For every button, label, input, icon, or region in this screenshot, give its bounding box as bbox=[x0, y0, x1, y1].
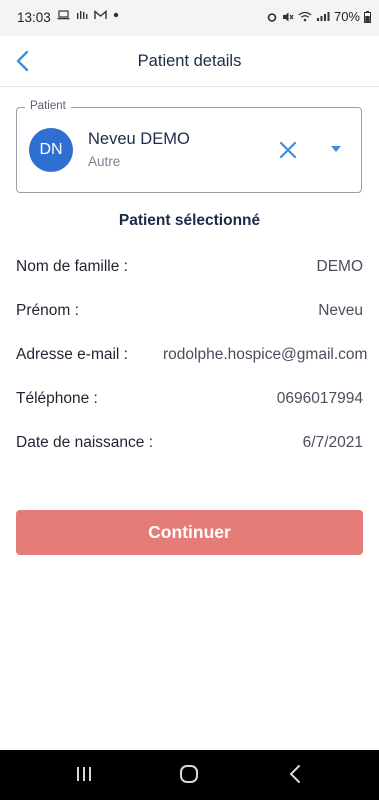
wifi-icon bbox=[298, 11, 312, 22]
detail-value: 0696017994 bbox=[276, 390, 363, 407]
cell-signal-icon bbox=[316, 12, 330, 21]
patient-selector[interactable]: Patient DN Neveu DEMO Autre bbox=[16, 100, 362, 193]
avatar: DN bbox=[29, 128, 73, 172]
detail-row-phone: Téléphone : 0696017994 bbox=[16, 390, 379, 412]
detail-value: rodolphe.hospice@gmail.com bbox=[163, 346, 368, 363]
continue-button[interactable]: Continuer bbox=[16, 510, 363, 555]
status-left-icons bbox=[57, 10, 119, 20]
home-icon[interactable] bbox=[179, 764, 199, 784]
detail-label: Date de naissance : bbox=[16, 434, 154, 451]
system-nav-bar bbox=[0, 750, 379, 800]
detail-row-last-name: Nom de famille : DEMO bbox=[16, 258, 379, 280]
battery-percent: 70% bbox=[333, 9, 360, 24]
recent-apps-icon[interactable] bbox=[75, 765, 93, 783]
detail-value: DEMO bbox=[316, 258, 364, 275]
section-title: Patient sélectionné bbox=[118, 212, 261, 229]
patient-relation: Autre bbox=[88, 154, 121, 169]
patient-name: Neveu DEMO bbox=[88, 130, 190, 148]
gmail-icon bbox=[94, 10, 107, 19]
dot-icon bbox=[113, 12, 119, 18]
close-icon[interactable] bbox=[277, 139, 299, 161]
detail-label: Téléphone : bbox=[16, 390, 98, 407]
detail-label: Adresse e-mail : bbox=[16, 346, 128, 363]
detail-label: Nom de famille : bbox=[16, 258, 128, 275]
signal-alt-icon bbox=[77, 11, 88, 19]
detail-row-email: Adresse e-mail : rodolphe.hospice@gmail.… bbox=[16, 346, 379, 368]
page-title: Patient details bbox=[137, 52, 242, 70]
status-right-icons: 70% bbox=[266, 9, 371, 24]
header-divider bbox=[0, 86, 379, 87]
chevron-down-icon[interactable] bbox=[329, 144, 343, 154]
alarm-icon bbox=[267, 12, 277, 22]
status-bar: 13:03 70% bbox=[0, 0, 379, 36]
detail-value: 6/7/2021 bbox=[302, 434, 363, 451]
status-time: 13:03 bbox=[17, 10, 51, 25]
detail-row-first-name: Prénom : Neveu bbox=[16, 302, 379, 324]
patient-field-label: Patient bbox=[25, 100, 71, 112]
mute-icon bbox=[282, 12, 294, 21]
app-header: Patient details bbox=[0, 36, 379, 86]
back-nav-icon[interactable] bbox=[287, 764, 303, 784]
detail-label: Prénom : bbox=[16, 302, 79, 319]
battery-icon bbox=[364, 10, 371, 23]
detail-value: Neveu bbox=[318, 302, 363, 319]
detail-row-birthdate: Date de naissance : 6/7/2021 bbox=[16, 434, 379, 456]
laptop-icon bbox=[57, 10, 70, 20]
